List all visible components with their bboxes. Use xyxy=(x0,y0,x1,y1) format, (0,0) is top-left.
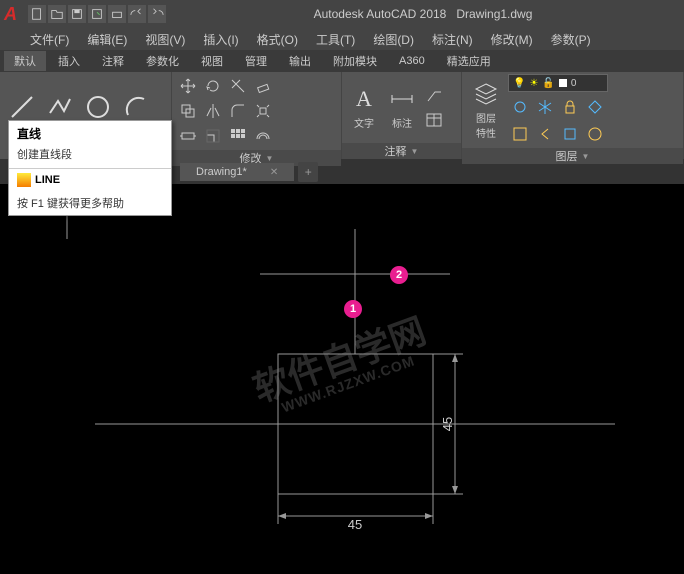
quick-access-toolbar xyxy=(28,5,166,23)
scale-icon[interactable] xyxy=(201,124,225,148)
layer-selector[interactable]: 💡 ☀ 🔓 0 xyxy=(508,74,608,92)
app-logo-icon[interactable]: A xyxy=(4,4,24,24)
tab-output[interactable]: 输出 xyxy=(279,51,321,71)
title-bar: A Autodesk AutoCAD 2018 Drawing1.dwg xyxy=(0,0,684,28)
tab-a360[interactable]: A360 xyxy=(389,53,435,69)
callout-badge-2: 2 xyxy=(390,266,408,284)
save-icon[interactable] xyxy=(68,5,86,23)
tab-default[interactable]: 默认 xyxy=(4,51,46,71)
new-icon[interactable] xyxy=(28,5,46,23)
tab-featured[interactable]: 精选应用 xyxy=(437,51,501,71)
dimension-icon xyxy=(388,85,416,113)
mirror-icon[interactable] xyxy=(201,99,225,123)
circle-icon xyxy=(84,93,112,121)
ribbon-tabs: 默认 插入 注释 参数化 视图 管理 输出 附加模块 A360 精选应用 xyxy=(0,50,684,72)
table-icon[interactable] xyxy=(422,108,446,132)
copy-icon[interactable] xyxy=(176,99,200,123)
dimension-tool[interactable]: 标注 xyxy=(384,85,420,130)
layer-walk-icon[interactable] xyxy=(583,122,607,146)
document-tab[interactable]: Drawing1* ✕ xyxy=(180,163,294,181)
layer-prev-icon[interactable] xyxy=(533,122,557,146)
move-icon[interactable] xyxy=(176,74,200,98)
chevron-down-icon: ▼ xyxy=(411,147,419,156)
menu-insert[interactable]: 插入(I) xyxy=(203,31,238,48)
menu-format[interactable]: 格式(O) xyxy=(257,31,298,48)
layer-color-swatch xyxy=(559,79,567,87)
panel-layers-title[interactable]: 图层▼ xyxy=(462,148,683,164)
sun-icon: ☀ xyxy=(529,78,538,89)
saveas-icon[interactable] xyxy=(88,5,106,23)
tab-insert[interactable]: 插入 xyxy=(48,51,90,71)
menu-tools[interactable]: 工具(T) xyxy=(316,31,355,48)
chevron-down-icon: ▼ xyxy=(266,154,274,163)
redo-icon[interactable] xyxy=(148,5,166,23)
lock-icon: 🔓 xyxy=(542,78,554,89)
chevron-down-icon: ▼ xyxy=(582,152,590,161)
layer-iso-icon[interactable] xyxy=(508,122,532,146)
menu-file[interactable]: 文件(F) xyxy=(30,31,69,48)
command-icon xyxy=(17,173,31,187)
menu-parametric[interactable]: 参数(P) xyxy=(551,31,591,48)
panel-annotation-title[interactable]: 注释▼ xyxy=(342,143,461,159)
tab-manage[interactable]: 管理 xyxy=(235,51,277,71)
menu-draw[interactable]: 绘图(D) xyxy=(373,31,414,48)
plot-icon[interactable] xyxy=(108,5,126,23)
menu-bar: 文件(F) 编辑(E) 视图(V) 插入(I) 格式(O) 工具(T) 绘图(D… xyxy=(0,28,684,50)
arc-icon xyxy=(122,93,150,121)
tab-parametric[interactable]: 参数化 xyxy=(136,51,189,71)
rotate-icon[interactable] xyxy=(201,74,225,98)
dim-vertical: 45 xyxy=(440,417,455,431)
tooltip-description: 创建直线段 xyxy=(9,146,171,168)
layer-name: 0 xyxy=(571,78,577,89)
polyline-icon xyxy=(46,93,74,121)
menu-edit[interactable]: 编辑(E) xyxy=(87,31,127,48)
tooltip: 直线 创建直线段 LINE 按 F1 键获得更多帮助 xyxy=(8,120,172,216)
lightbulb-icon: 💡 xyxy=(513,78,525,89)
stretch-icon[interactable] xyxy=(176,124,200,148)
line-icon xyxy=(8,93,36,121)
tab-view[interactable]: 视图 xyxy=(191,51,233,71)
undo-icon[interactable] xyxy=(128,5,146,23)
drawing-canvas[interactable]: 45 45 软件自学网 WWW.RJZXW.COM 1 2 xyxy=(0,184,684,569)
layer-state-icon[interactable] xyxy=(558,122,582,146)
text-tool[interactable]: A 文字 xyxy=(346,85,382,130)
callout-badge-1: 1 xyxy=(344,300,362,318)
offset-icon[interactable] xyxy=(251,124,275,148)
close-icon[interactable]: ✕ xyxy=(270,167,278,178)
text-icon: A xyxy=(350,85,378,113)
add-tab-button[interactable]: + xyxy=(298,162,318,182)
menu-modify[interactable]: 修改(M) xyxy=(491,31,533,48)
tab-addins[interactable]: 附加模块 xyxy=(323,51,387,71)
fillet-icon[interactable] xyxy=(226,99,250,123)
leader-icon[interactable] xyxy=(422,83,446,107)
layer-freeze-icon[interactable] xyxy=(533,95,557,119)
open-icon[interactable] xyxy=(48,5,66,23)
dim-horizontal: 45 xyxy=(348,517,362,532)
layer-off-icon[interactable] xyxy=(508,95,532,119)
menu-dimension[interactable]: 标注(N) xyxy=(432,31,473,48)
document-tab-name: Drawing1* xyxy=(196,166,247,178)
window-title: Autodesk AutoCAD 2018 Drawing1.dwg xyxy=(166,7,680,21)
trim-icon[interactable] xyxy=(226,74,250,98)
menu-view[interactable]: 视图(V) xyxy=(145,31,185,48)
erase-icon[interactable] xyxy=(251,74,275,98)
layer-lock-icon[interactable] xyxy=(558,95,582,119)
explode-icon[interactable] xyxy=(251,99,275,123)
tab-annotate[interactable]: 注释 xyxy=(92,51,134,71)
layer-properties-tool[interactable]: 图层 特性 xyxy=(466,80,506,140)
tooltip-help: 按 F1 键获得更多帮助 xyxy=(9,191,171,215)
tooltip-title: 直线 xyxy=(9,121,171,146)
layer-stack-icon xyxy=(472,80,500,108)
layer-match-icon[interactable] xyxy=(583,95,607,119)
tooltip-command: LINE xyxy=(9,169,171,191)
array-icon[interactable] xyxy=(226,124,250,148)
